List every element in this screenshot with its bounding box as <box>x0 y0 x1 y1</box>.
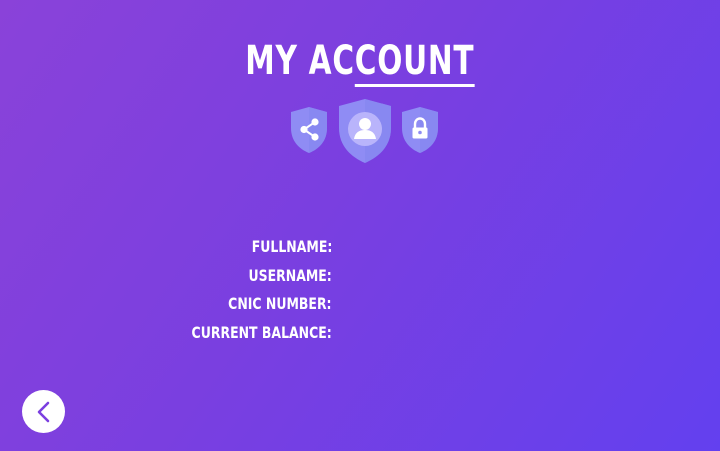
current-balance-label: CURRENT BALANCE: <box>191 322 332 342</box>
page-title-text: MY AC <box>245 38 355 84</box>
my-account-screen: MY ACCOUNT FULLNAME: USERNAME: CNIC NUMB… <box>0 0 720 451</box>
account-info: FULLNAME: USERNAME: CNIC NUMBER: CURRENT… <box>150 233 332 347</box>
lock-shield-icon <box>402 107 438 153</box>
username-row: USERNAME: <box>150 262 332 291</box>
cnic-number-label: CNIC NUMBER: <box>228 294 332 313</box>
cnic-number-row: CNIC NUMBER: <box>150 290 332 319</box>
fullname-label: FULLNAME: <box>251 237 332 256</box>
back-button[interactable] <box>22 390 65 433</box>
current-balance-row: CURRENT BALANCE: <box>150 319 332 348</box>
username-label: USERNAME: <box>248 265 332 285</box>
user-shield-icon <box>339 99 391 163</box>
page-title-underlined-text: COUNT <box>354 38 475 87</box>
page-title: MY ACCOUNT <box>0 36 720 87</box>
share-shield-icon <box>291 107 327 153</box>
fullname-row: FULLNAME: <box>150 233 332 262</box>
chevron-left-icon <box>37 401 49 422</box>
security-icons-row <box>0 98 720 168</box>
